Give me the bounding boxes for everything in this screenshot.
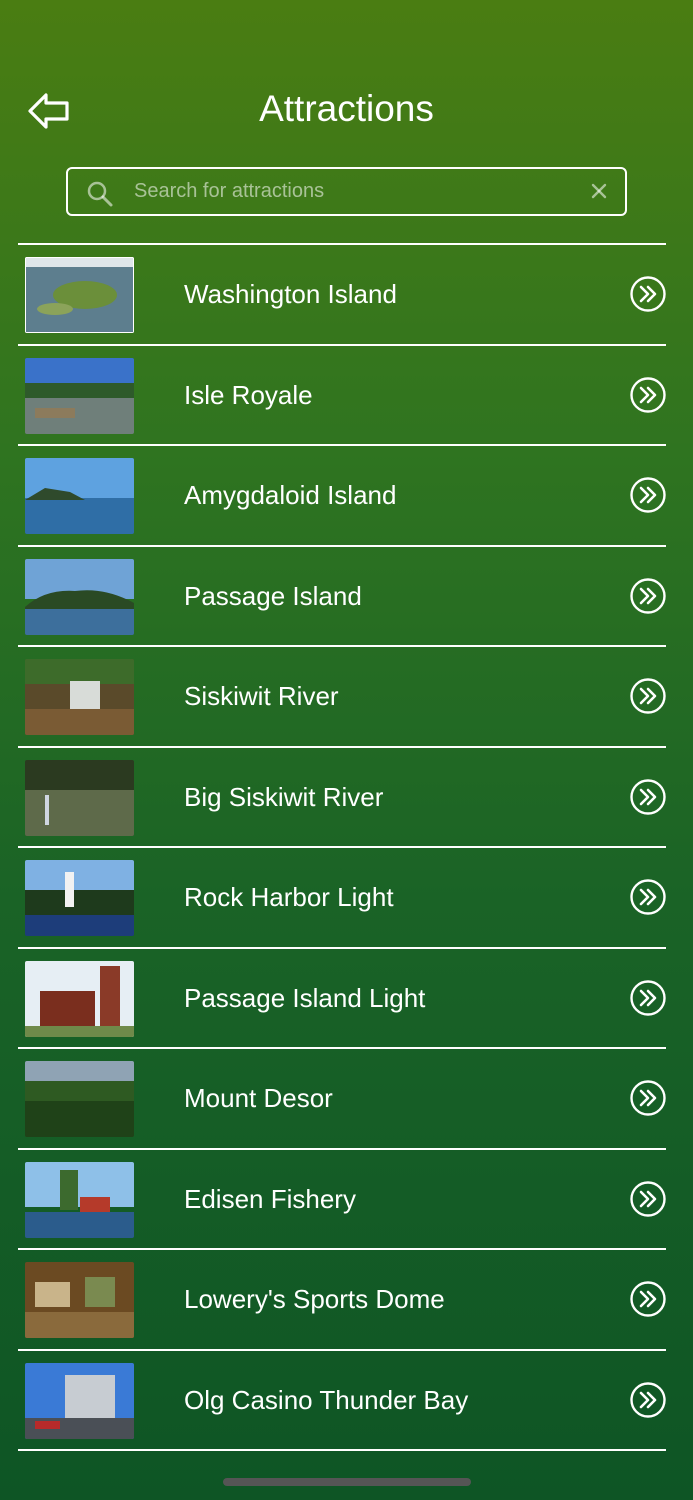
list-item[interactable]: Lowery's Sports Dome <box>18 1250 666 1351</box>
thumbnail-image <box>25 860 134 936</box>
list-item[interactable]: Rock Harbor Light <box>18 848 666 949</box>
page-title: Attractions <box>259 88 434 129</box>
list-item-label: Big Siskiwit River <box>184 781 384 812</box>
list-item-label: Siskiwit River <box>184 681 339 711</box>
chevron-right-circle-icon <box>630 276 666 312</box>
chevron-right-circle-icon <box>630 477 666 513</box>
close-icon[interactable] <box>589 181 609 201</box>
list-item[interactable]: Isle Royale <box>18 346 666 446</box>
thumbnail-image <box>25 1362 134 1439</box>
list-item[interactable]: Olg Casino Thunder Bay <box>18 1351 666 1451</box>
list-item[interactable]: Washington Island <box>18 245 666 346</box>
search-bar[interactable] <box>66 167 627 216</box>
list-item-label: Olg Casino Thunder Bay <box>184 1384 469 1415</box>
list-item-label: Isle Royale <box>184 379 313 410</box>
thumbnail-image <box>25 1262 134 1338</box>
list-item[interactable]: Passage Island <box>18 547 666 647</box>
list-item-label: Edisen Fishery <box>184 1183 356 1214</box>
chevron-right-circle-icon <box>630 1080 666 1116</box>
thumbnail-image <box>25 1061 134 1137</box>
chevron-right-circle-icon <box>630 979 666 1016</box>
header: Attractions <box>0 0 693 160</box>
thumbnail-image <box>25 1161 134 1238</box>
home-indicator[interactable] <box>223 1478 471 1486</box>
list-item-label: Amygdaloid Island <box>184 480 397 510</box>
search-icon <box>87 181 113 207</box>
list-item[interactable]: Amygdaloid Island <box>18 446 666 547</box>
list-item[interactable]: Siskiwit River <box>18 647 666 748</box>
chevron-right-circle-icon <box>630 376 666 413</box>
thumbnail-image <box>25 257 134 333</box>
thumbnail-image <box>25 759 134 836</box>
chevron-right-circle-icon <box>630 1381 666 1418</box>
list-item-label: Lowery's Sports Dome <box>184 1284 445 1314</box>
chevron-right-circle-icon <box>630 879 666 915</box>
thumbnail-image <box>25 558 134 635</box>
thumbnail-image <box>25 357 134 434</box>
thumbnail-image <box>25 458 134 534</box>
list-item[interactable]: Edisen Fishery <box>18 1150 666 1250</box>
list-item[interactable]: Passage Island Light <box>18 949 666 1049</box>
list-item-label: Mount Desor <box>184 1083 333 1113</box>
list-item-label: Rock Harbor Light <box>184 882 394 912</box>
chevron-right-circle-icon <box>630 678 666 714</box>
attractions-list: Washington Island Isle Royale Amygdaloid… <box>18 243 666 1451</box>
list-item-label: Passage Island Light <box>184 982 426 1013</box>
chevron-right-circle-icon <box>630 577 666 614</box>
thumbnail-image <box>25 960 134 1037</box>
list-item[interactable]: Big Siskiwit River <box>18 748 666 848</box>
list-item[interactable]: Mount Desor <box>18 1049 666 1150</box>
chevron-right-circle-icon <box>630 1281 666 1317</box>
list-item-label: Passage Island <box>184 580 362 611</box>
thumbnail-image <box>25 659 134 735</box>
chevron-right-circle-icon <box>630 778 666 815</box>
list-item-label: Washington Island <box>184 279 397 309</box>
search-input[interactable] <box>134 169 574 214</box>
chevron-right-circle-icon <box>630 1180 666 1217</box>
